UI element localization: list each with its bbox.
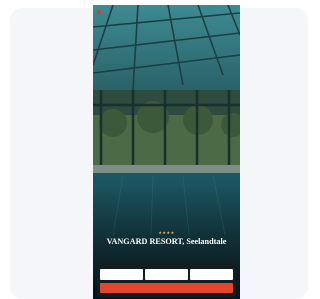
top-navigation (93, 5, 240, 19)
checkout-field[interactable] (145, 269, 188, 280)
guests-field[interactable] (190, 269, 233, 280)
phone-screenshot: ★★★★ VANGARD RESORT, Seelandtale (93, 5, 240, 299)
book-button[interactable] (100, 283, 233, 293)
booking-panel (97, 261, 236, 297)
brand-logo-icon (97, 10, 101, 14)
hotel-title: VANGARD RESORT, Seelandtale (106, 237, 227, 246)
hero-image (93, 5, 240, 299)
brand[interactable] (97, 10, 103, 14)
booking-fields (100, 269, 233, 280)
star-rating: ★★★★ (158, 230, 175, 235)
hero-text: ★★★★ VANGARD RESORT, Seelandtale (93, 230, 240, 248)
checkin-field[interactable] (100, 269, 143, 280)
